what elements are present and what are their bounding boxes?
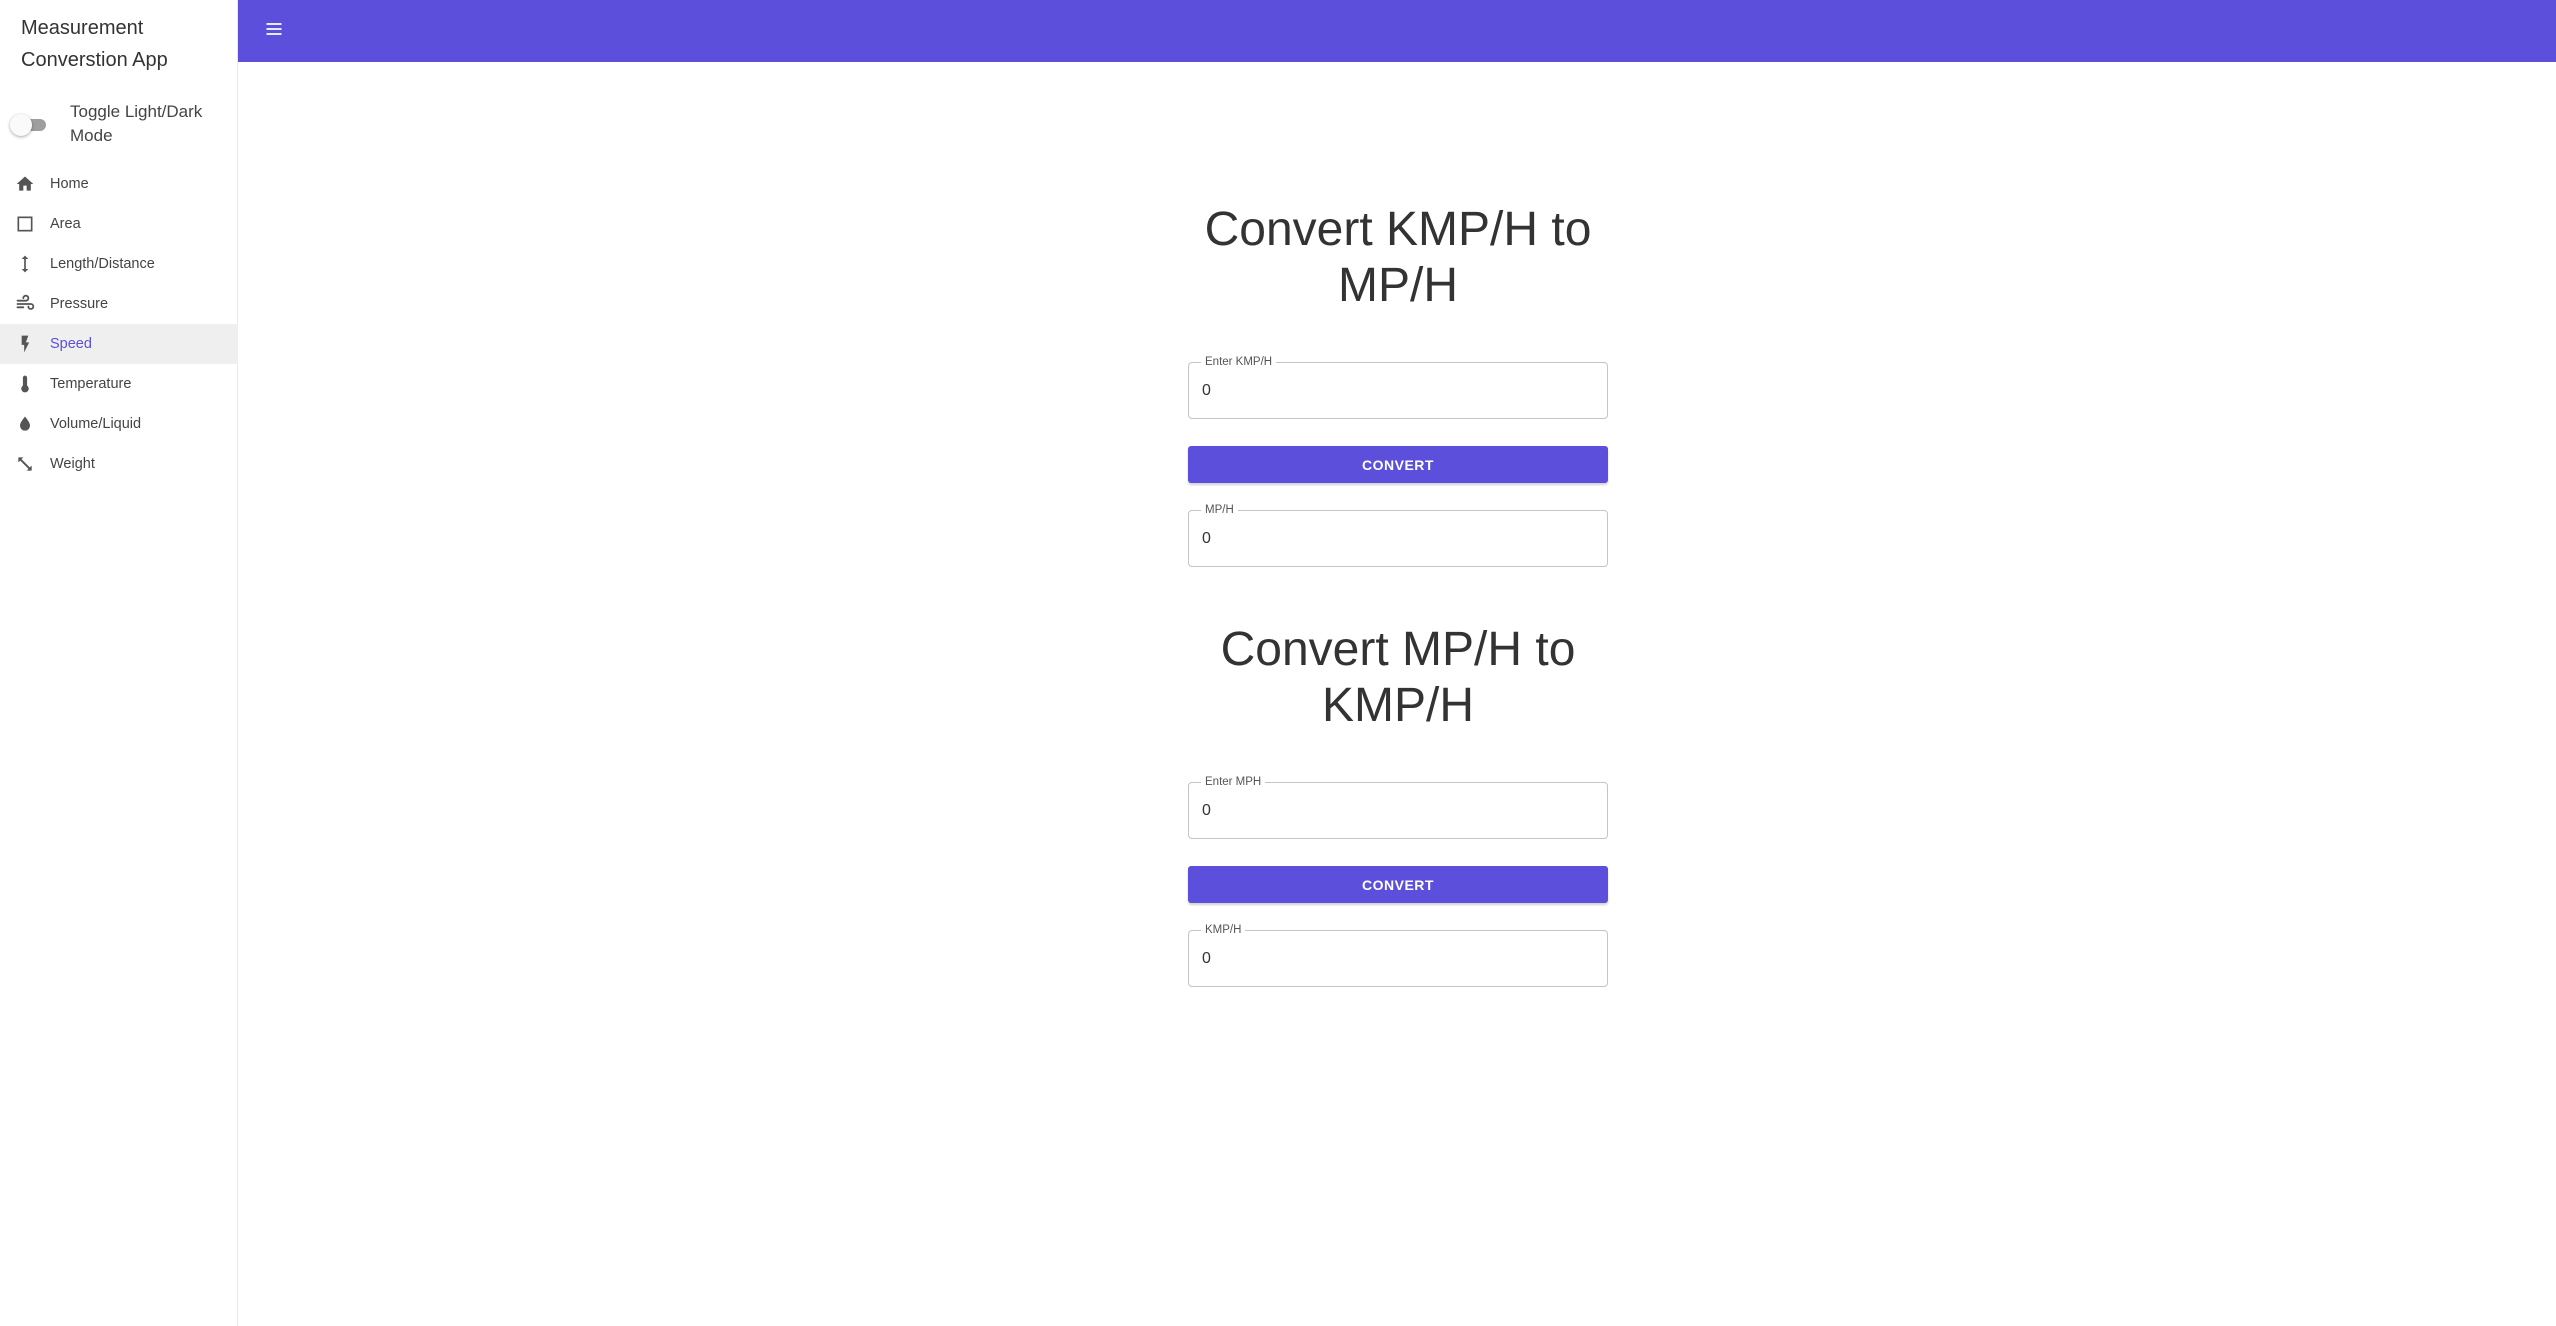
sidebar-item-pressure[interactable]: Pressure — [0, 284, 238, 324]
app-title: Measurement Converstion App — [21, 17, 168, 71]
mph-input-field[interactable]: Enter MPH — [1188, 774, 1608, 839]
menu-icon — [264, 19, 284, 44]
mph-input-label: Enter MPH — [1201, 774, 1266, 790]
sidebar-item-label: Pressure — [50, 296, 109, 312]
convert-mph-button[interactable]: CONVERT — [1188, 866, 1608, 903]
mph-output-label: MP/H — [1201, 502, 1238, 518]
mph-to-kmph-heading: Convert MP/H to KMP/H — [1220, 623, 1576, 732]
sidebar-item-temperature[interactable]: Temperature — [0, 364, 238, 404]
sidebar-item-label: Weight — [50, 456, 95, 472]
sidebar-item-length-distance[interactable]: Length/Distance — [0, 244, 238, 284]
kmph-input[interactable] — [1202, 378, 1592, 404]
switch-thumb[interactable] — [10, 114, 32, 136]
app-root: Measurement Converstion App Toggle Light… — [0, 0, 2556, 1326]
sidebar: Measurement Converstion App Toggle Light… — [0, 0, 238, 1326]
kmph-output-field[interactable]: KMP/H — [1188, 922, 1608, 987]
main-content: Convert KMP/H to MP/H Enter KMP/H CONVER… — [238, 62, 2556, 1326]
sidebar-item-label: Speed — [50, 336, 92, 352]
mph-input[interactable] — [1202, 798, 1592, 824]
menu-button[interactable] — [262, 19, 286, 43]
sidebar-item-area[interactable]: Area — [0, 204, 238, 244]
sidebar-item-label: Area — [50, 216, 81, 232]
sidebar-item-home[interactable]: Home — [0, 164, 238, 204]
top-app-bar — [238, 0, 2556, 62]
thermometer-icon — [14, 373, 36, 395]
convert-kmph-button[interactable]: CONVERT — [1188, 446, 1608, 483]
water-drop-icon — [14, 413, 36, 435]
kmph-to-mph-heading: Convert KMP/H to MP/H — [1204, 203, 1592, 312]
theme-toggle-row: Toggle Light/Dark Mode — [10, 100, 230, 148]
mph-output[interactable] — [1202, 526, 1592, 552]
vertical-arrows-icon — [14, 253, 36, 275]
kmph-to-mph-section: Convert KMP/H to MP/H Enter KMP/H CONVER… — [1188, 202, 1608, 567]
sidebar-item-label: Temperature — [50, 376, 132, 392]
sidebar-item-label: Length/Distance — [50, 256, 155, 272]
sidebar-item-volume-liquid[interactable]: Volume/Liquid — [0, 404, 238, 444]
air-icon — [14, 293, 36, 315]
sidebar-nav: Home Area Length/Distance Pressure Speed… — [0, 164, 238, 484]
home-icon — [14, 173, 36, 195]
square-outline-icon — [14, 213, 36, 235]
theme-toggle-switch[interactable] — [10, 113, 50, 136]
sidebar-item-weight[interactable]: Weight — [0, 444, 238, 484]
theme-toggle-label: Toggle Light/Dark Mode — [70, 102, 203, 145]
sidebar-item-speed[interactable]: Speed — [0, 324, 238, 364]
sidebar-item-label: Volume/Liquid — [50, 416, 142, 432]
mph-to-kmph-section: Convert MP/H to KMP/H Enter MPH CONVERT … — [1188, 622, 1608, 987]
bolt-icon — [14, 333, 36, 355]
kmph-output-label: KMP/H — [1201, 922, 1246, 938]
diagonal-resize-icon — [14, 453, 36, 475]
kmph-input-field[interactable]: Enter KMP/H — [1188, 354, 1608, 419]
kmph-input-label: Enter KMP/H — [1201, 354, 1277, 370]
mph-output-field[interactable]: MP/H — [1188, 502, 1608, 567]
kmph-output[interactable] — [1202, 946, 1592, 972]
sidebar-item-label: Home — [50, 176, 89, 192]
